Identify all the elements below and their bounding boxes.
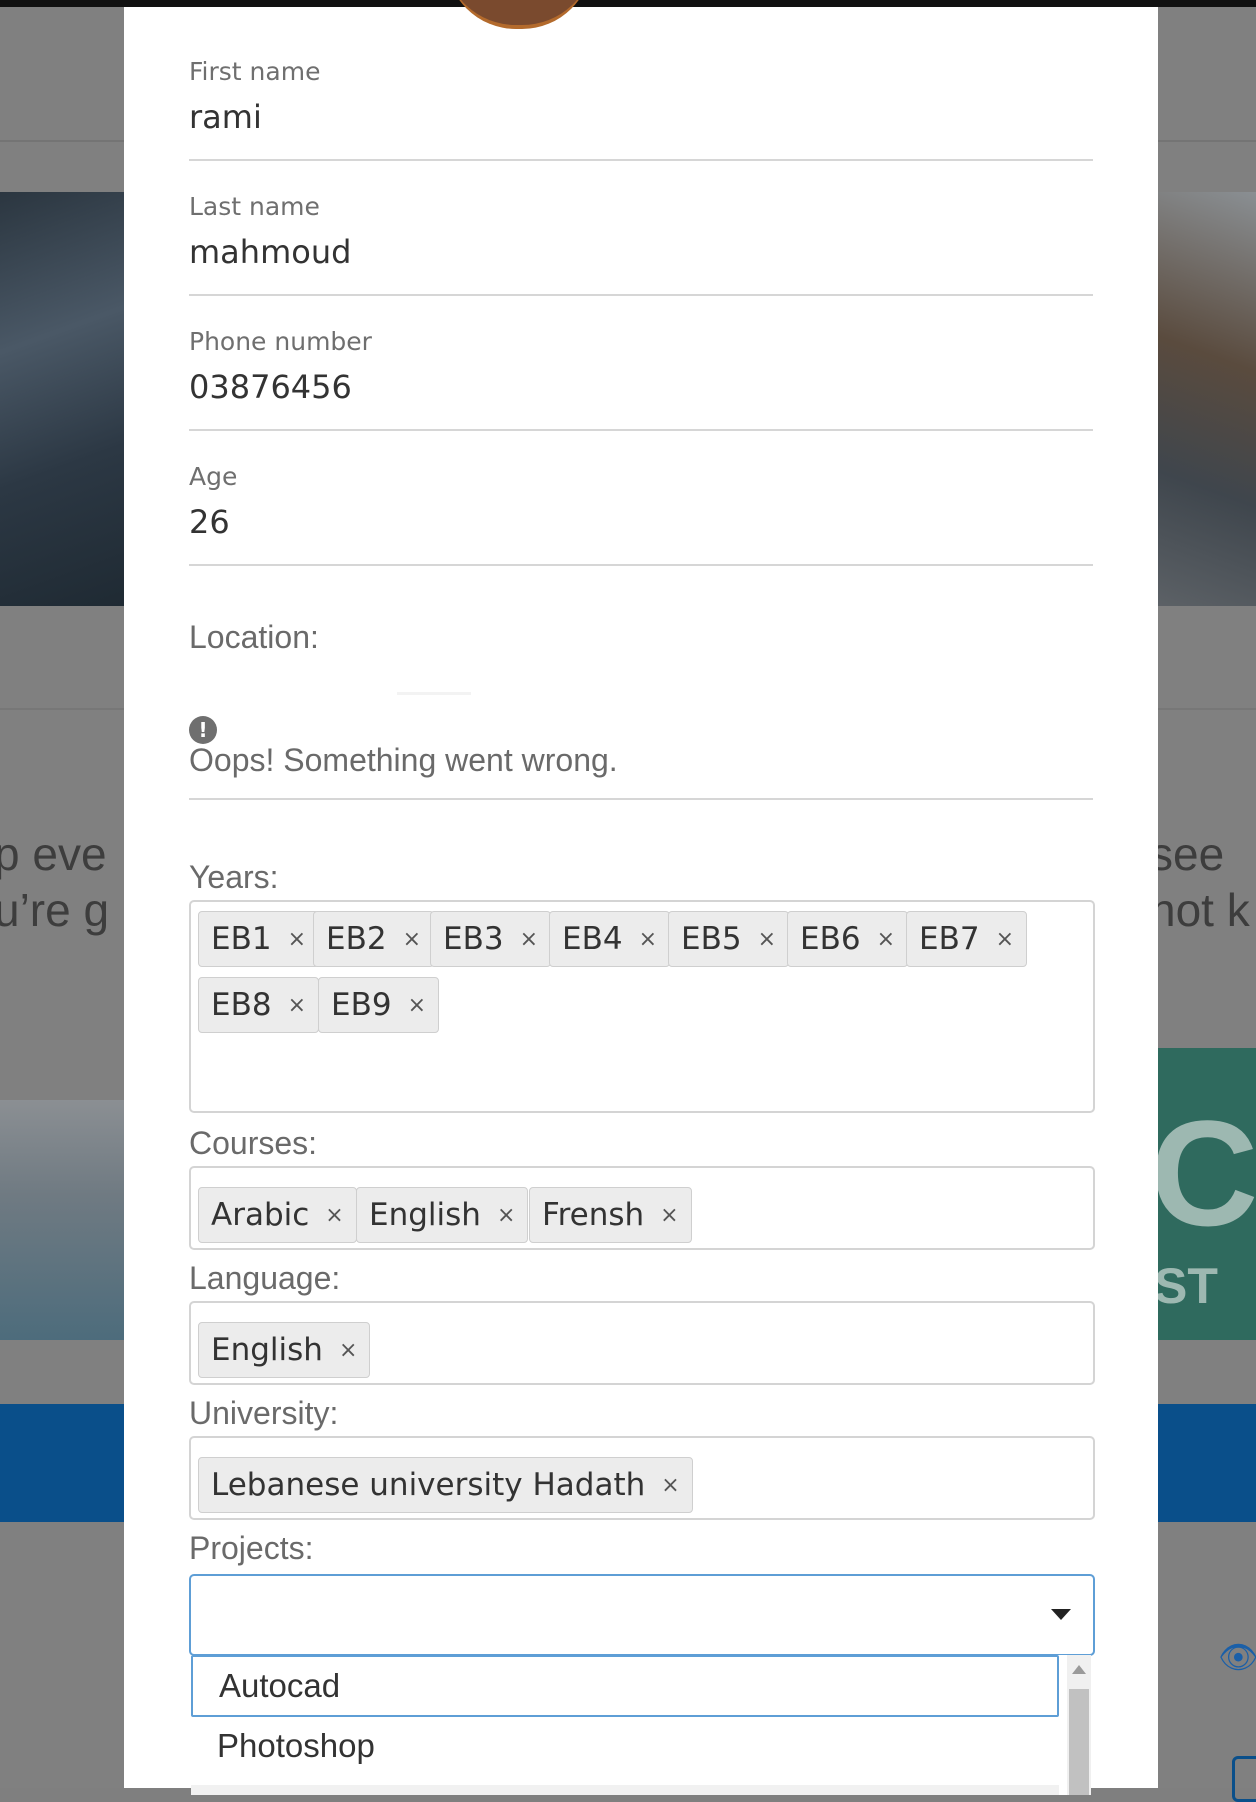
tag-eb2: EB2 × bbox=[313, 911, 435, 967]
remove-tag-button[interactable]: × bbox=[877, 927, 895, 952]
projects-select[interactable] bbox=[189, 1574, 1095, 1656]
tag-eb8: EB8 × bbox=[198, 977, 320, 1033]
phone-number-field[interactable]: Phone number 03876456 bbox=[189, 327, 1093, 431]
tag-language-english: English × bbox=[198, 1322, 371, 1378]
years-multiselect[interactable]: EB1 × EB2 × EB3 × EB4 × EB5 × EB6 × EB7 × EB8 × … bbox=[189, 900, 1095, 1113]
tag-eb6: EB6 × bbox=[787, 911, 909, 967]
last-name-label: Last name bbox=[189, 192, 320, 221]
remove-tag-button[interactable]: × bbox=[661, 1473, 679, 1498]
background-photo-doctors bbox=[0, 1100, 124, 1340]
remove-tag-button[interactable]: × bbox=[288, 927, 306, 952]
university-multiselect[interactable]: Lebanese university Hadath × bbox=[189, 1436, 1095, 1520]
courses-multiselect[interactable]: Arabic × English × Frensh × bbox=[189, 1166, 1095, 1250]
phone-number-label: Phone number bbox=[189, 327, 372, 356]
language-label: Language: bbox=[189, 1260, 341, 1296]
university-label: University: bbox=[189, 1395, 339, 1431]
tag-eb4: EB4 × bbox=[549, 911, 671, 967]
age-value[interactable]: 26 bbox=[189, 502, 1093, 542]
remove-tag-button[interactable]: × bbox=[288, 993, 306, 1018]
last-name-field[interactable]: Last name mahmoud bbox=[189, 192, 1093, 296]
age-field[interactable]: Age 26 bbox=[189, 462, 1093, 566]
courses-label: Courses: bbox=[189, 1125, 318, 1161]
tag-arabic: Arabic × bbox=[198, 1187, 357, 1243]
dropdown-scrollbar[interactable] bbox=[1067, 1655, 1091, 1795]
location-map-error: ! Oops! Something went wrong. bbox=[189, 712, 1093, 800]
location-placeholder bbox=[397, 692, 471, 695]
eye-icon[interactable]: 👁 bbox=[1218, 1638, 1256, 1676]
projects-dropdown: Autocad Photoshop bbox=[191, 1655, 1091, 1795]
scroll-thumb[interactable] bbox=[1069, 1689, 1089, 1795]
top-bar bbox=[0, 0, 1256, 7]
remove-tag-button[interactable]: × bbox=[408, 993, 426, 1018]
tag-english: English × bbox=[356, 1187, 529, 1243]
chevron-down-icon[interactable] bbox=[1051, 1609, 1071, 1620]
tag-eb5: EB5 × bbox=[668, 911, 790, 967]
next-option-hint bbox=[191, 1785, 1059, 1795]
option-photoshop[interactable]: Photoshop bbox=[191, 1717, 1059, 1779]
years-label: Years: bbox=[189, 859, 279, 895]
projects-label: Projects: bbox=[189, 1530, 314, 1566]
remove-tag-button[interactable]: × bbox=[639, 927, 657, 952]
tag-frensh: Frensh × bbox=[529, 1187, 692, 1243]
option-autocad[interactable]: Autocad bbox=[191, 1655, 1059, 1717]
avatar[interactable] bbox=[446, 0, 592, 29]
background-photo-right bbox=[1158, 192, 1256, 606]
tag-lebanese-university: Lebanese university Hadath × bbox=[198, 1457, 693, 1513]
remove-tag-button[interactable]: × bbox=[497, 1203, 515, 1228]
tag-eb1: EB1 × bbox=[198, 911, 320, 967]
last-name-value[interactable]: mahmoud bbox=[189, 232, 1093, 272]
background-photo-left bbox=[0, 192, 124, 606]
remove-tag-button[interactable]: × bbox=[325, 1203, 343, 1228]
tag-eb7: EB7 × bbox=[906, 911, 1028, 967]
background-teal-banner: CH ST bbox=[1158, 1048, 1256, 1340]
tag-eb3: EB3 × bbox=[430, 911, 552, 967]
error-icon: ! bbox=[189, 716, 217, 744]
first-name-label: First name bbox=[189, 57, 321, 86]
remove-tag-button[interactable]: × bbox=[660, 1203, 678, 1228]
age-label: Age bbox=[189, 462, 238, 491]
remove-tag-button[interactable]: × bbox=[403, 927, 421, 952]
phone-number-value[interactable]: 03876456 bbox=[189, 367, 1093, 407]
remove-tag-button[interactable]: × bbox=[996, 927, 1014, 952]
remove-tag-button[interactable]: × bbox=[520, 927, 538, 952]
language-multiselect[interactable]: English × bbox=[189, 1301, 1095, 1385]
scroll-up-arrow-icon[interactable] bbox=[1072, 1665, 1086, 1674]
remove-tag-button[interactable]: × bbox=[339, 1338, 357, 1363]
background-text-left: p eve u’re g bbox=[0, 828, 110, 936]
tag-eb9: EB9 × bbox=[318, 977, 440, 1033]
profile-edit-modal: First name rami Last name mahmoud Phone … bbox=[124, 0, 1158, 1795]
location-error-text: Oops! Something went wrong. bbox=[189, 742, 618, 778]
corner-button[interactable] bbox=[1232, 1756, 1256, 1802]
first-name-value[interactable]: rami bbox=[189, 97, 1093, 137]
first-name-field[interactable]: First name rami bbox=[189, 57, 1093, 161]
location-label: Location: bbox=[189, 619, 319, 655]
background-text-right: see not k bbox=[1150, 828, 1250, 936]
remove-tag-button[interactable]: × bbox=[758, 927, 776, 952]
